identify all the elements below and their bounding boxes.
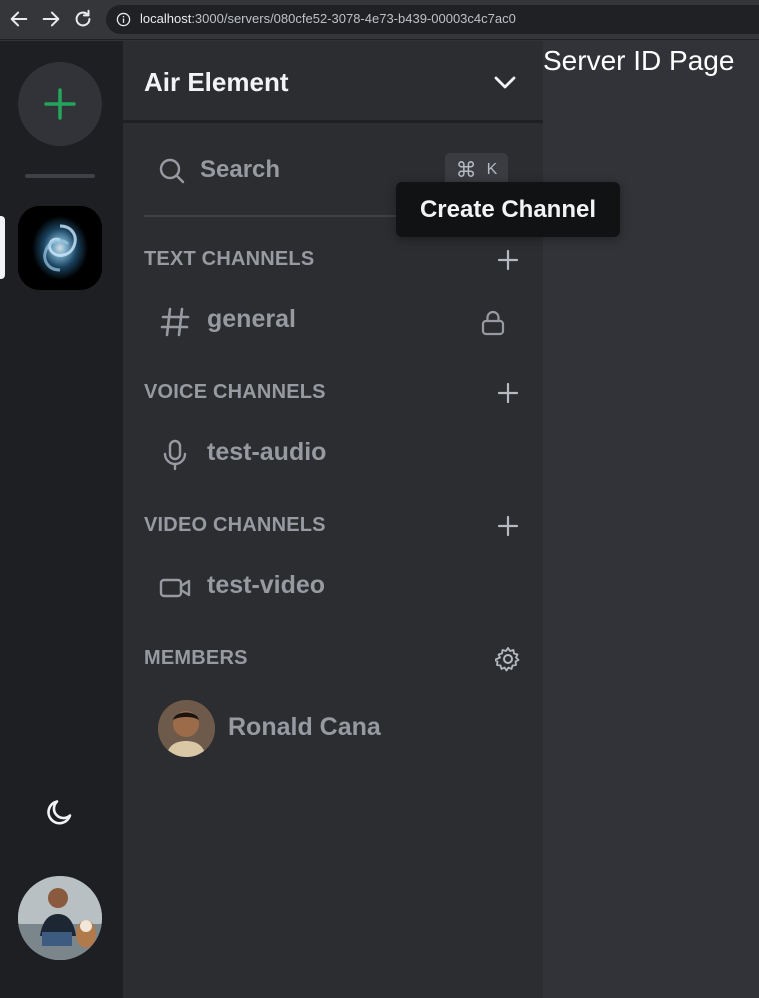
channel-label: general xyxy=(207,305,296,333)
search-label: Search xyxy=(200,156,281,183)
member-name: Ronald Cana xyxy=(228,713,381,741)
server-rail xyxy=(0,41,123,998)
server-icon-air-element[interactable] xyxy=(18,206,102,290)
create-voice-channel-plus-icon[interactable] xyxy=(496,381,520,405)
hash-icon xyxy=(160,307,190,337)
add-server-button[interactable] xyxy=(18,62,102,146)
channel-general[interactable]: general xyxy=(144,296,508,344)
create-text-channel-plus-icon[interactable] xyxy=(496,248,520,272)
user-photo xyxy=(18,876,102,960)
back-arrow-icon[interactable] xyxy=(8,8,30,30)
plus-icon xyxy=(44,88,76,120)
reload-icon[interactable] xyxy=(72,8,94,30)
rail-separator xyxy=(25,174,95,178)
search-icon xyxy=(159,158,185,184)
channel-test-video[interactable]: test-video xyxy=(144,562,508,610)
address-bar[interactable]: localhost:3000/servers/080cfe52-3078-4e7… xyxy=(106,5,759,34)
member-item[interactable]: Ronald Cana xyxy=(144,699,508,759)
create-channel-tooltip: Create Channel xyxy=(396,182,620,237)
moon-icon[interactable] xyxy=(44,796,76,828)
section-label-text-channels: TEXT CHANNELS xyxy=(144,248,315,270)
section-label-voice-channels: VOICE CHANNELS xyxy=(144,381,326,403)
create-video-channel-plus-icon[interactable] xyxy=(496,514,520,538)
browser-toolbar: localhost:3000/servers/080cfe52-3078-4e7… xyxy=(0,0,759,40)
url-host: localhost xyxy=(140,11,192,26)
video-icon xyxy=(159,578,191,598)
server-name: Air Element xyxy=(144,67,289,97)
active-server-indicator xyxy=(0,216,5,279)
member-avatar xyxy=(158,700,215,757)
lock-icon xyxy=(481,310,505,336)
section-label-members: MEMBERS xyxy=(144,647,248,669)
forward-arrow-icon[interactable] xyxy=(40,8,62,30)
info-icon[interactable] xyxy=(116,12,131,27)
channel-label: test-video xyxy=(207,571,326,599)
mic-icon xyxy=(163,439,187,471)
member-photo xyxy=(158,700,215,757)
gear-icon[interactable] xyxy=(495,646,521,672)
command-key: ⌘ xyxy=(455,158,477,182)
channel-test-audio[interactable]: test-audio xyxy=(144,429,508,477)
channel-label: test-audio xyxy=(207,438,327,466)
section-label-video-channels: VIDEO CHANNELS xyxy=(144,514,326,536)
url-text: localhost:3000/servers/080cfe52-3078-4e7… xyxy=(140,11,516,26)
url-path: :3000/servers/080cfe52-3078-4e73-b439-00… xyxy=(191,11,516,26)
shortcut-letter: K xyxy=(486,161,498,178)
page-title: Server ID Page xyxy=(543,45,735,76)
galaxy-image xyxy=(18,206,102,290)
chevron-down-icon[interactable] xyxy=(492,69,518,95)
server-header[interactable]: Air Element xyxy=(123,41,543,123)
user-avatar[interactable] xyxy=(18,876,102,960)
